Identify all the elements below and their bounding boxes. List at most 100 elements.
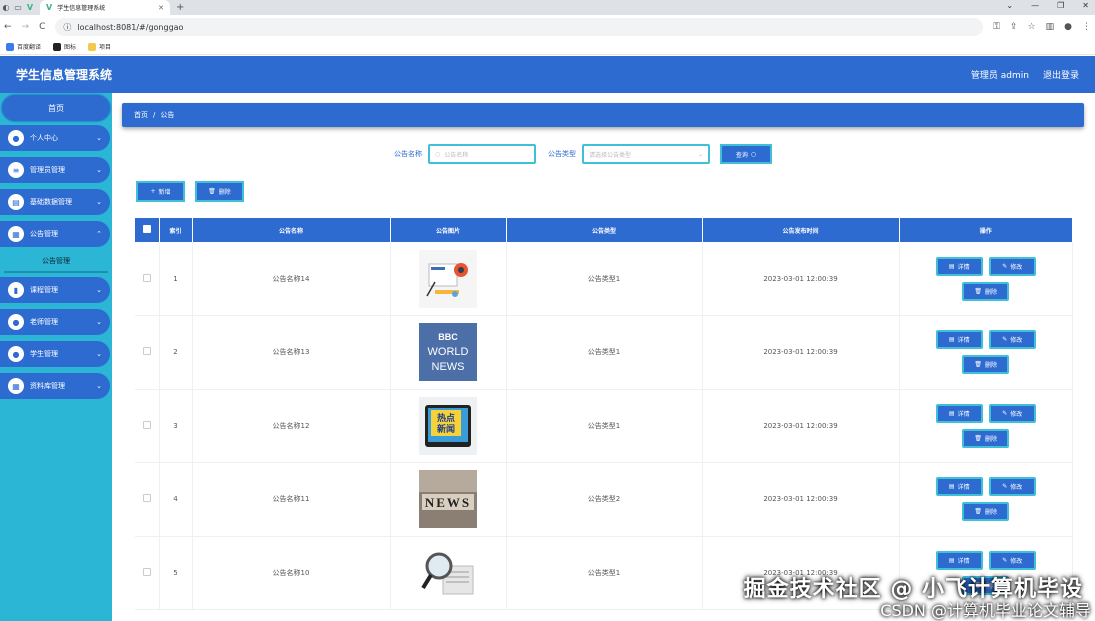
plus-icon: + — [150, 188, 156, 195]
row-time: 2023-03-01 12:00:39 — [702, 462, 900, 537]
delete-button[interactable]: 🗑 删除 — [962, 281, 1010, 301]
vue-favicon-icon: V — [46, 3, 53, 12]
col-time: 公告发布时间 — [702, 218, 900, 242]
row-checkbox[interactable] — [142, 347, 151, 356]
reload-icon[interactable]: C — [39, 22, 45, 32]
row-checkbox[interactable] — [142, 273, 151, 282]
row-image-cell — [390, 242, 507, 316]
doc-icon: ▤ — [948, 556, 955, 564]
notice-table: 索引 公告名称 公告图片 公告类型 公告发布时间 操作 1 公告名称14 公告类… — [135, 218, 1073, 610]
sidepanel-icon[interactable]: ▥ — [1046, 22, 1055, 32]
row-checkbox[interactable] — [142, 420, 151, 429]
detail-button[interactable]: ▤ 详情 — [935, 477, 983, 497]
edit-button[interactable]: ✎ 修改 — [988, 403, 1036, 423]
bookmark-item[interactable]: 图标 — [53, 42, 76, 51]
row-checkbox[interactable] — [142, 494, 151, 503]
edit-button[interactable]: ✎ 修改 — [988, 256, 1036, 276]
sidebar-item-student[interactable]: ● 学生管理 ⌄ — [0, 341, 110, 367]
info-icon[interactable]: ⓘ — [63, 22, 71, 33]
delete-button[interactable]: 🗑 删除 — [962, 428, 1010, 448]
close-tab-icon[interactable]: ✕ — [158, 4, 164, 12]
star-icon[interactable]: ☆ — [1028, 22, 1036, 32]
sidebar-subitem-notice-manage[interactable]: 公告管理 — [4, 251, 108, 273]
row-index: 1 — [159, 242, 193, 316]
detail-button[interactable]: ▤ 详情 — [935, 403, 983, 423]
query-button[interactable]: 查询 ○ — [720, 144, 772, 164]
sidebar-item-course[interactable]: ▮ 课程管理 ⌄ — [0, 277, 110, 303]
row-image-cell: NEWS — [390, 462, 507, 537]
col-type: 公告类型 — [506, 218, 703, 242]
tab-strip-icon[interactable]: ▭ — [12, 3, 24, 12]
col-name: 公告名称 — [192, 218, 391, 242]
col-image: 公告图片 — [390, 218, 507, 242]
doc-icon: ▤ — [948, 262, 955, 270]
search-icon: ○ — [435, 150, 441, 158]
edit-button[interactable]: ✎ 修改 — [988, 477, 1036, 497]
browser-toolbar-right: ⚿ ⇪ ☆ ▥ ● ⋮ — [993, 22, 1091, 32]
restore-icon[interactable]: ❐ — [1057, 1, 1064, 10]
grid-icon: ▦ — [8, 378, 24, 394]
notice-name-input[interactable]: ○ 公告名称 — [428, 144, 536, 164]
search-bar: 公告名称 ○ 公告名称 公告类型 请选择公告类型 ⌄ 查询 ○ — [394, 144, 772, 164]
table-row: 1 公告名称14 公告类型1 2023-03-01 12:00:39 ▤ 详情 … — [135, 242, 1073, 316]
delete-button[interactable]: 🗑 删除 — [962, 355, 1010, 375]
edit-icon: ✎ — [1002, 556, 1008, 564]
trash-icon: 🗑 — [974, 361, 983, 369]
account-icon[interactable]: ● — [1064, 22, 1072, 32]
chevron-down-icon[interactable]: ⌄ — [1006, 1, 1013, 10]
add-button[interactable]: + 新增 — [136, 181, 185, 202]
select-all-checkbox[interactable] — [142, 225, 151, 233]
sidebar-item-personal[interactable]: ● 个人中心 ⌄ — [0, 125, 110, 151]
news-icons-image[interactable] — [419, 249, 477, 308]
row-type: 公告类型2 — [506, 462, 703, 537]
edit-button[interactable]: ✎ 修改 — [988, 550, 1036, 570]
detail-button[interactable]: ▤ 详情 — [935, 330, 983, 350]
magnifier-news-image[interactable] — [419, 543, 477, 602]
row-select-cell — [135, 315, 160, 390]
notice-type-select[interactable]: 请选择公告类型 ⌄ — [582, 144, 710, 164]
share-icon[interactable]: ⇪ — [1010, 22, 1018, 32]
browser-profile-icon[interactable]: ◐ — [0, 3, 12, 12]
current-user: 管理员 admin — [970, 71, 1029, 81]
row-actions: ▤ 详情 ✎ 修改 🗑 删除 — [899, 389, 1073, 463]
sidebar-item-library[interactable]: ▦ 资料库管理 ⌄ — [0, 373, 110, 399]
chevron-down-icon: ⌄ — [697, 150, 703, 158]
vue-tab-icon[interactable]: V — [24, 3, 36, 12]
sidebar-item-notice[interactable]: ▦ 公告管理 ⌃ — [0, 221, 110, 247]
close-window-icon[interactable]: ✕ — [1082, 1, 1089, 10]
bulk-delete-button[interactable]: 🗑 删除 — [195, 181, 244, 202]
app-title: 学生信息管理系统 — [16, 68, 113, 82]
delete-button[interactable]: 🗑 删除 — [962, 502, 1010, 522]
new-tab-button[interactable]: + — [176, 2, 184, 13]
breadcrumb-home[interactable]: 首页 — [134, 110, 148, 120]
row-type: 公告类型1 — [506, 315, 703, 390]
detail-button[interactable]: ▤ 详情 — [935, 256, 983, 276]
window-controls: ⌄ — ❐ ✕ — [1006, 1, 1089, 10]
minimize-icon[interactable]: — — [1031, 1, 1039, 10]
sidebar-item-admin[interactable]: ≡ 管理员管理 ⌄ — [0, 157, 110, 183]
breadcrumb-current: 公告 — [160, 111, 175, 119]
detail-button[interactable]: ▤ 详情 — [935, 550, 983, 570]
news-blocks-image[interactable]: NEWS — [419, 470, 477, 529]
chevron-down-icon: ⌄ — [96, 166, 102, 174]
bookmark-item[interactable]: 项目 — [88, 42, 111, 51]
sidebar-item-teacher[interactable]: ● 老师管理 ⌄ — [0, 309, 110, 335]
edit-icon: ✎ — [1002, 336, 1008, 344]
watermark-secondary: CSDN @计算机毕业论文辅导 — [880, 601, 1091, 620]
row-checkbox[interactable] — [142, 567, 151, 576]
hot-news-image[interactable]: 热点 新闻 — [419, 396, 477, 455]
forward-icon[interactable]: → — [22, 22, 30, 32]
bbc-world-news-image[interactable]: BBC WORLD NEWS — [419, 323, 477, 382]
url-field[interactable]: ⓘ localhost:8081/#/gonggao — [55, 18, 984, 36]
browser-tab[interactable]: V 学生信息管理系统 ✕ — [40, 0, 170, 15]
sidebar-item-home[interactable]: 首页 — [2, 95, 110, 121]
key-icon[interactable]: ⚿ — [993, 22, 1000, 32]
back-icon[interactable]: ← — [4, 22, 12, 32]
bbc-text: BBC — [438, 332, 458, 342]
bookmark-item[interactable]: 百度翻译 — [6, 42, 41, 51]
table-row: 3 公告名称12 热点 新闻 公告类型1 2023-03-01 12:00:39 — [135, 389, 1073, 463]
sidebar-item-basedata[interactable]: ▤ 基础数据管理 ⌄ — [0, 189, 110, 215]
edit-button[interactable]: ✎ 修改 — [988, 330, 1036, 350]
logout-link[interactable]: 退出登录 — [1043, 68, 1079, 81]
menu-icon[interactable]: ⋮ — [1082, 22, 1091, 32]
